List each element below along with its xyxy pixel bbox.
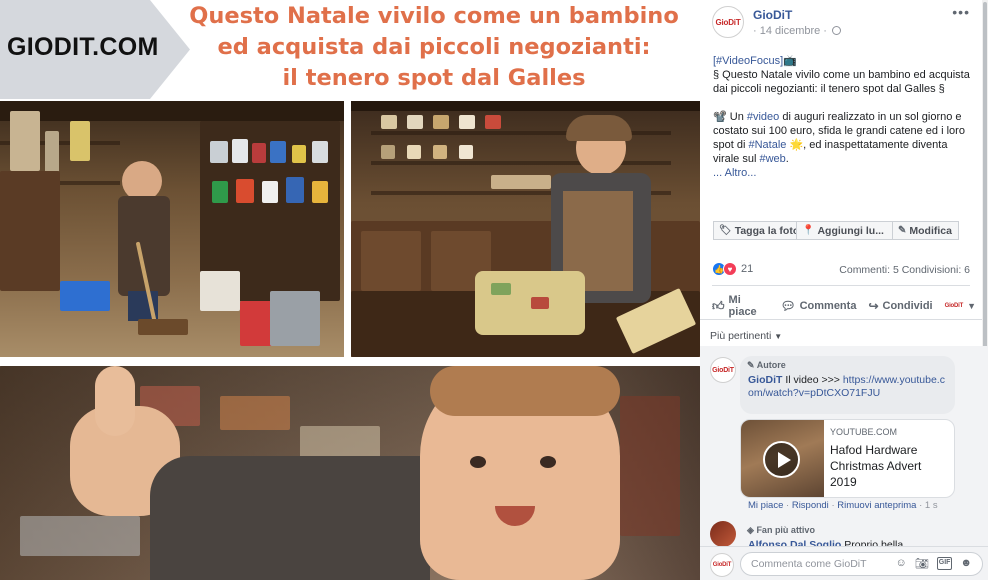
comment-sort-label: Più pertinenti xyxy=(710,330,772,342)
see-more-link[interactable]: ... Altro... xyxy=(713,167,756,179)
top-fan-label: Fan più attivo xyxy=(756,525,815,535)
remove-preview-link[interactable]: Rimuovi anteprima xyxy=(837,500,916,511)
page-logo: GioDiT xyxy=(712,562,732,568)
photo-boy-sweeping xyxy=(0,101,344,357)
gif-icon[interactable]: GIF xyxy=(936,557,953,570)
divider xyxy=(700,319,982,320)
reaction-count: 21 xyxy=(741,263,754,275)
post-as-selector[interactable]: GioDiT ▼ xyxy=(945,301,976,311)
comment-label: Commenta xyxy=(799,300,857,312)
comment-author-link[interactable]: GioDiT xyxy=(748,374,782,386)
add-location-label: Aggiungi lu... xyxy=(817,224,884,237)
photo-boy-thumbs-up xyxy=(0,366,700,580)
play-icon[interactable] xyxy=(763,441,800,478)
post-hashtag-line[interactable]: [#VideoFocus]📺 xyxy=(713,55,797,67)
globe-icon xyxy=(832,26,842,35)
site-logo: GIODIT.COM xyxy=(7,33,159,61)
headline-line: il tenero spot dal Galles xyxy=(282,65,586,91)
headline-line: ed acquista dai piccoli negozianti: xyxy=(217,34,651,60)
comment-button[interactable]: 💬︎ Commenta xyxy=(780,299,856,313)
post-subtitle: § Questo Natale vivilo come un bambino e… xyxy=(713,69,970,95)
sticker-icon[interactable]: ☻ xyxy=(960,557,972,570)
tag-photo-button[interactable]: 🏷 Tagga la foto xyxy=(713,221,797,240)
link-domain: YOUTUBE.COM xyxy=(830,427,898,437)
comment-timestamp[interactable]: 1 s xyxy=(925,500,938,511)
post-meta: · 14 dicembre · xyxy=(753,25,842,37)
thumbs-up-icon: 👍︎ xyxy=(712,298,725,313)
photo-banner: GIODIT.COM Questo Natale vivilo come un … xyxy=(0,0,700,99)
headline-line: Questo Natale vivilo come un bambino xyxy=(189,3,679,29)
page-logo-mini: GioDiT xyxy=(944,303,964,309)
caret-down-icon: ▼ xyxy=(774,332,783,341)
page-avatar[interactable]: GioDiT xyxy=(712,6,744,38)
like-button[interactable]: 👍︎ Mi piace xyxy=(712,294,768,318)
hashtag-web[interactable]: #web xyxy=(759,153,785,165)
reaction-summary[interactable]: 👍 ♥ 21 xyxy=(712,262,753,276)
comment-sort-dropdown[interactable]: Più pertinenti ▼ xyxy=(710,330,782,342)
emoji-icon[interactable]: ☺ xyxy=(896,557,907,570)
comment-composer: GioDiT Commenta come GioDiT ☺ 📷︎ GIF ☻ xyxy=(700,546,988,580)
add-location-button[interactable]: 📍 Aggiungi lu... xyxy=(797,221,893,240)
post-action-bar: 👍︎ Mi piace 💬︎ Commenta ↪ Condividi GioD… xyxy=(712,294,988,318)
share-label: Condividi xyxy=(882,300,933,312)
tag-icon: 🏷 xyxy=(719,225,732,236)
youtube-link-preview[interactable]: YOUTUBE.COM Hafod Hardware Christmas Adv… xyxy=(740,419,955,498)
camera-icon[interactable]: 📷︎ xyxy=(915,557,929,570)
post-text: [#VideoFocus]📺 § Questo Natale vivilo co… xyxy=(713,54,975,194)
diamond-icon: ◈ xyxy=(747,525,754,535)
caret-down-icon: ▼ xyxy=(967,301,976,311)
comment-avatar[interactable]: GioDiT xyxy=(710,357,736,383)
tag-photo-label: Tagga la foto xyxy=(734,224,797,237)
page-logo: GioDiT xyxy=(715,17,741,27)
composer-avatar: GioDiT xyxy=(710,553,734,577)
photo-viewer[interactable]: GIODIT.COM Questo Natale vivilo come un … xyxy=(0,0,700,580)
location-pin-icon: 📍 xyxy=(802,225,815,236)
edit-button[interactable]: ✎ Modifica xyxy=(893,221,959,240)
top-fan-badge: ◈ Fan più attivo xyxy=(747,525,815,536)
share-arrow-icon: ↪ xyxy=(868,299,879,313)
post-paragraph-text: . xyxy=(785,153,789,165)
divider xyxy=(712,285,970,286)
speech-bubble-icon: 💬︎ xyxy=(780,299,796,313)
comment-body: Il video >>> xyxy=(782,374,843,386)
more-options-icon[interactable]: ••• xyxy=(952,4,970,20)
photo-headline: Questo Natale vivilo come un bambino ed … xyxy=(168,1,700,94)
comment-reply-link[interactable]: Rispondi xyxy=(792,500,829,511)
photo-action-row: 🏷 Tagga la foto 📍 Aggiungi lu... ✎ Modif… xyxy=(713,221,959,240)
comment-like-link[interactable]: Mi piace xyxy=(748,500,783,511)
comment-share-stats[interactable]: Commenti: 5 Condivisioni: 6 xyxy=(839,264,970,276)
post-sidebar: GioDiT GioDiT · 14 dicembre · ••• [#Vide… xyxy=(700,0,988,580)
share-button[interactable]: ↪ Condividi xyxy=(868,299,932,313)
post-date[interactable]: · 14 dicembre · xyxy=(753,25,827,37)
hashtag-natale[interactable]: #Natale xyxy=(748,139,786,151)
photo-boy-wrapping xyxy=(351,101,700,357)
hashtag-video[interactable]: #video xyxy=(747,111,779,123)
page-logo: GioDiT xyxy=(712,366,734,374)
post-author-link[interactable]: GioDiT xyxy=(753,8,792,22)
author-badge: ✎ Autore xyxy=(747,360,786,371)
comment-text: GioDiT Il video >>> https://www.youtube.… xyxy=(748,374,948,400)
comment-actions: Mi piace · Rispondi · Rimuovi anteprima … xyxy=(748,500,938,511)
pencil-icon: ✎ xyxy=(898,225,907,236)
video-thumbnail xyxy=(741,420,824,497)
pencil-icon: ✎ xyxy=(747,360,755,370)
author-badge-label: Autore xyxy=(756,360,786,370)
like-label: Mi piace xyxy=(728,294,757,318)
link-title: Hafod Hardware Christmas Advert 2019 xyxy=(830,443,922,489)
composer-tools: ☺ 📷︎ GIF ☻ xyxy=(896,557,972,570)
love-reaction-icon: ♥ xyxy=(723,262,737,276)
post-paragraph-text: 📽️ Un xyxy=(713,111,747,123)
comment-avatar[interactable] xyxy=(710,521,736,547)
edit-label: Modifica xyxy=(909,224,952,237)
